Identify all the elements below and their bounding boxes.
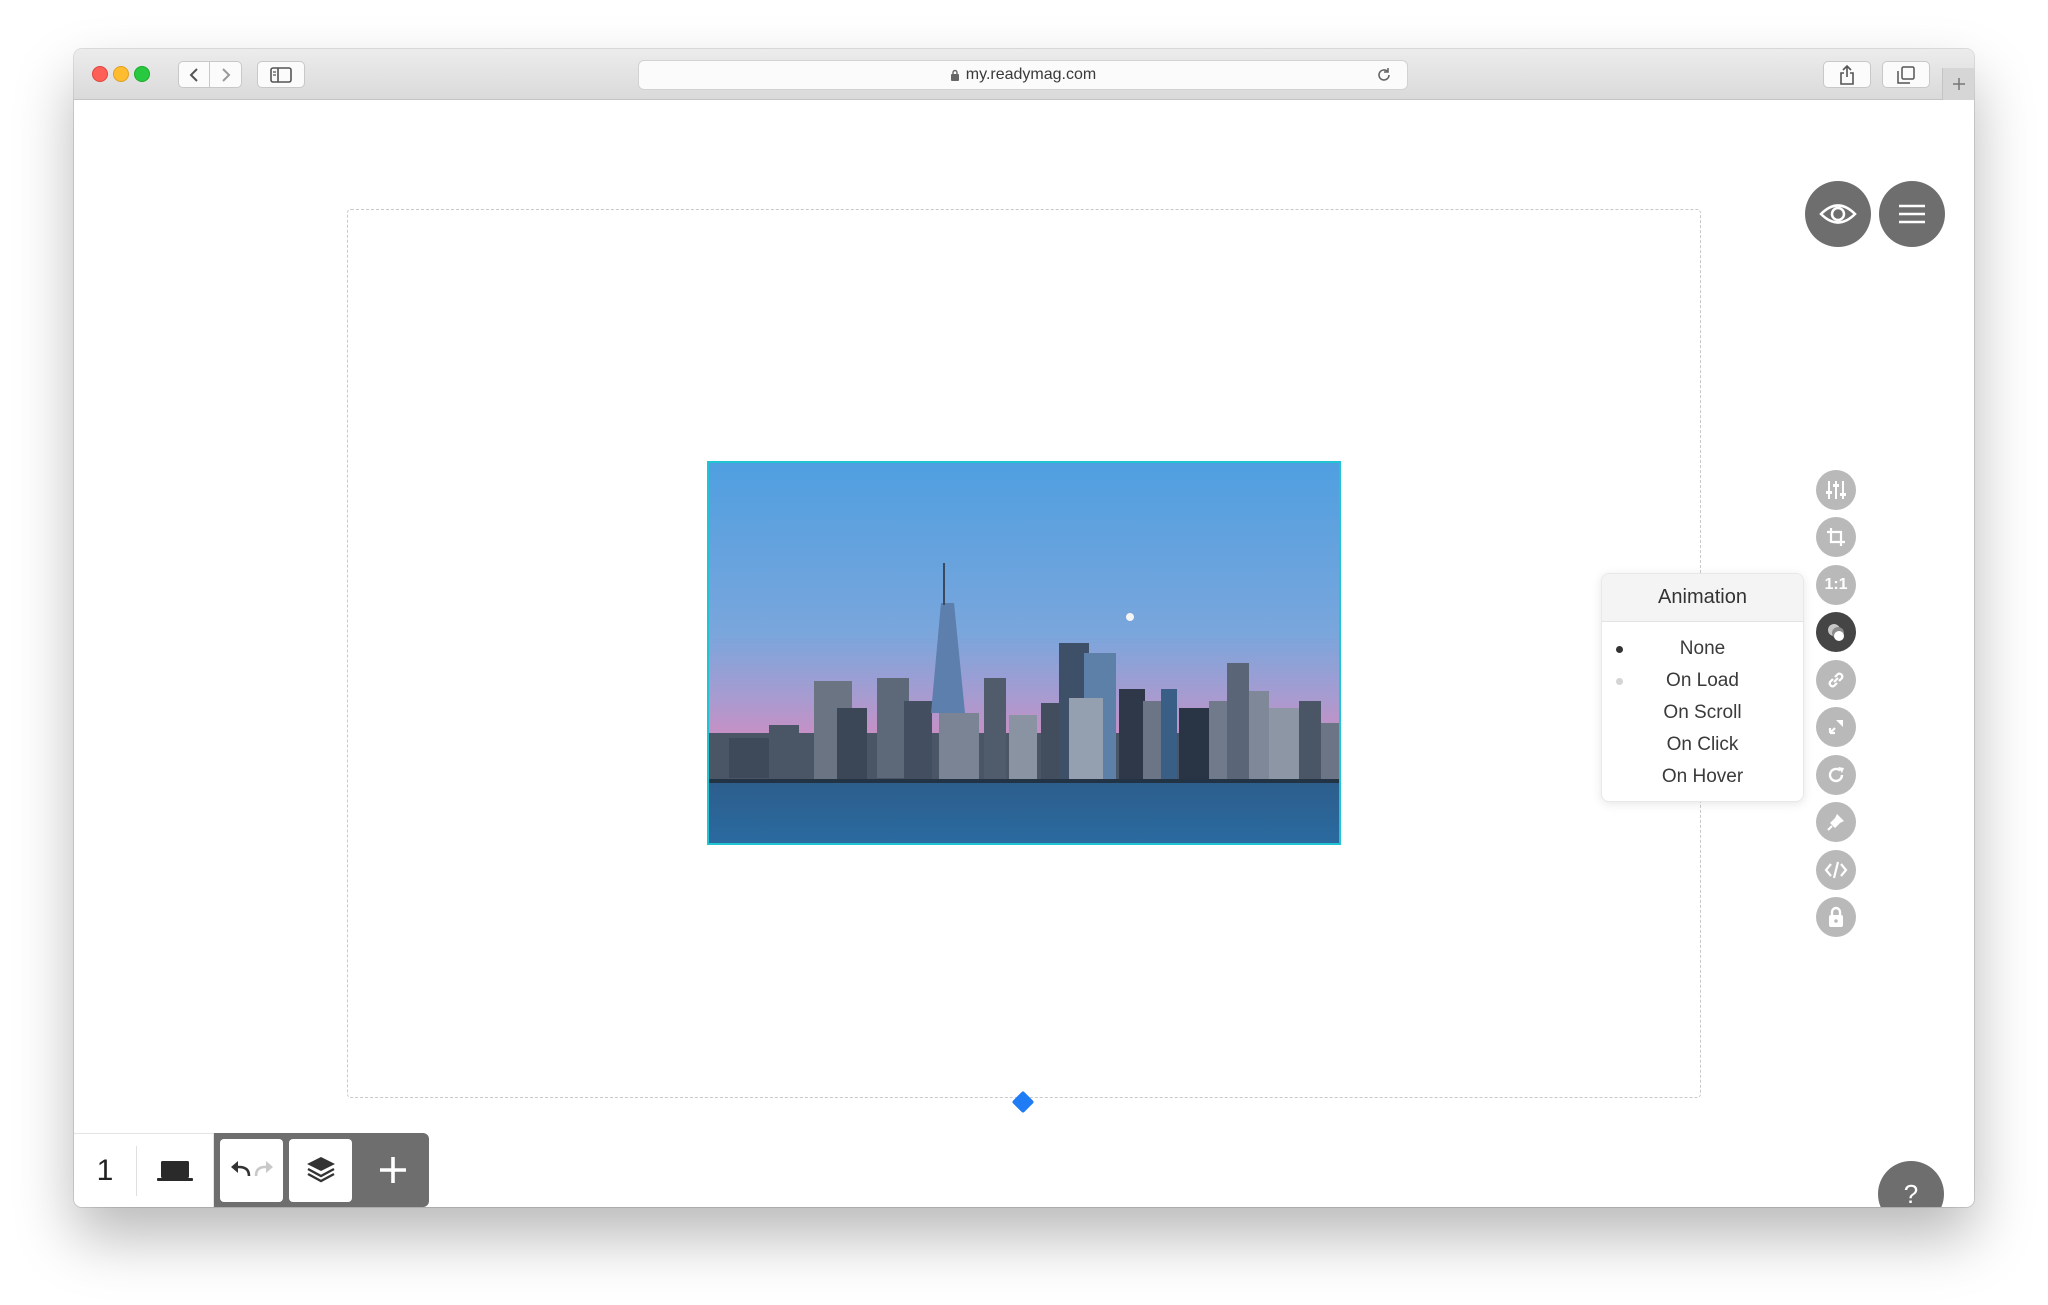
reload-icon[interactable] (1375, 66, 1393, 84)
animation-icon (1828, 624, 1844, 641)
eye-icon (1819, 204, 1857, 224)
bottom-toolbar: 1 (74, 1133, 429, 1207)
browser-toolbar: my.readymag.com (74, 49, 1974, 100)
crop-icon (1827, 528, 1845, 546)
tabs-icon (1897, 65, 1915, 84)
lock-icon (1829, 906, 1843, 927)
sidebar-icon (270, 66, 292, 83)
hamburger-menu-icon (1899, 204, 1925, 224)
add-widget-button[interactable] (358, 1139, 428, 1202)
code-button[interactable] (1816, 850, 1856, 890)
zoom-window-button[interactable] (134, 66, 150, 82)
animation-title: Animation (1602, 574, 1803, 622)
edit-actions (214, 1133, 429, 1207)
rotate-icon (1828, 767, 1844, 783)
share-icon (1840, 64, 1854, 85)
lock-icon (950, 69, 959, 81)
chevron-left-icon (189, 67, 198, 82)
city-skyline-image[interactable] (707, 461, 1341, 845)
page-number[interactable]: 1 (74, 1145, 137, 1196)
option-indicator (1616, 678, 1623, 685)
menu-button[interactable] (1879, 181, 1945, 247)
help-label: ? (1903, 1178, 1919, 1208)
link-icon (1828, 672, 1844, 688)
adjustments-button[interactable] (1816, 470, 1856, 510)
redo-icon[interactable] (253, 1160, 275, 1180)
help-button[interactable]: ? (1878, 1161, 1944, 1207)
animation-button[interactable] (1816, 612, 1856, 652)
device-toggle[interactable] (137, 1159, 213, 1183)
link-button[interactable] (1816, 660, 1856, 700)
url-text: my.readymag.com (965, 66, 1097, 83)
minimize-window-button[interactable] (113, 66, 129, 82)
pin-fit-icon (1828, 720, 1843, 735)
undo-icon[interactable] (229, 1160, 253, 1180)
browser-window: my.readymag.com 1:1 Animation None On Lo… (74, 49, 1974, 1207)
aspect-ratio-label: 1:1 (1824, 576, 1848, 593)
preview-button[interactable] (1805, 181, 1871, 247)
pin-icon (1827, 814, 1844, 831)
layers-button[interactable] (289, 1138, 352, 1202)
undo-redo-control[interactable] (220, 1138, 283, 1202)
animation-option-on-load[interactable]: On Load (1602, 665, 1803, 697)
rotate-button[interactable] (1816, 755, 1856, 795)
pin-button[interactable] (1816, 802, 1856, 842)
animation-option-on-click[interactable]: On Click (1602, 729, 1803, 761)
animation-option-none[interactable]: None (1602, 633, 1803, 665)
adjustments-icon (1826, 481, 1846, 499)
page-panel: 1 (74, 1133, 214, 1207)
aspect-ratio-button[interactable]: 1:1 (1816, 565, 1856, 605)
new-tab-button[interactable] (1942, 68, 1974, 100)
fit-button[interactable] (1816, 707, 1856, 747)
back-button[interactable] (178, 61, 210, 88)
chevron-right-icon (221, 67, 230, 82)
editor-canvas: 1:1 Animation None On Load On Scroll On … (74, 100, 1974, 1207)
forward-button[interactable] (210, 61, 242, 88)
crop-button[interactable] (1816, 517, 1856, 557)
animation-options: None On Load On Scroll On Click On Hover (1602, 622, 1803, 793)
close-window-button[interactable] (92, 66, 108, 82)
selected-indicator (1616, 646, 1623, 653)
address-bar[interactable]: my.readymag.com (638, 60, 1408, 90)
plus-icon (1952, 78, 1965, 90)
laptop-icon (157, 1160, 193, 1181)
animation-option-on-scroll[interactable]: On Scroll (1602, 697, 1803, 729)
layers-icon (306, 1157, 335, 1183)
code-icon (1824, 861, 1848, 879)
plus-icon (380, 1157, 406, 1183)
tab-overview-button[interactable] (1882, 61, 1930, 88)
lock-button[interactable] (1816, 897, 1856, 937)
animation-popover: Animation None On Load On Scroll On Clic… (1601, 573, 1804, 802)
animation-option-on-hover[interactable]: On Hover (1602, 761, 1803, 793)
sidebar-toggle-button[interactable] (257, 61, 305, 88)
share-button[interactable] (1823, 61, 1871, 88)
